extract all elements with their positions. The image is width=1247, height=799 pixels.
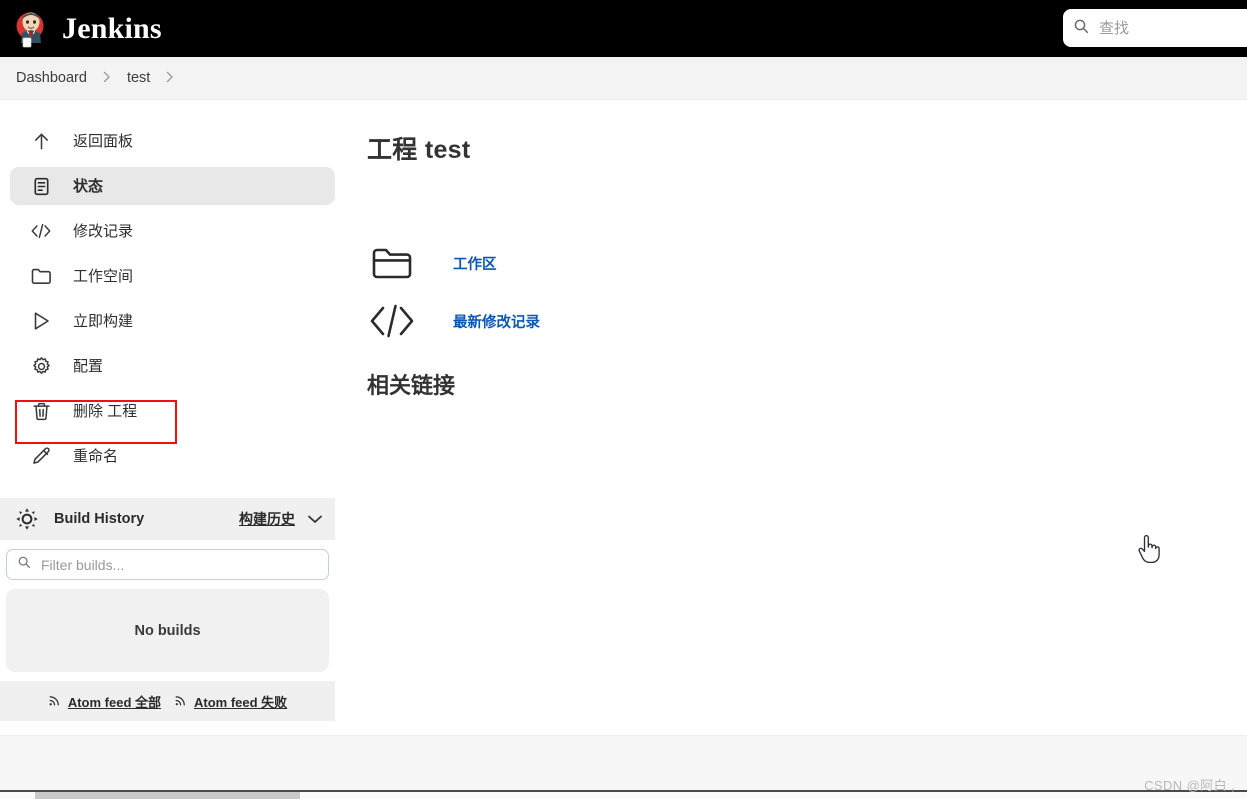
gear-icon: [29, 354, 53, 378]
search-input[interactable]: [1097, 18, 1247, 38]
sidebar-item-label: 配置: [73, 357, 104, 375]
build-filter-box[interactable]: [6, 549, 329, 580]
recent-changes-link-label: 最新修改记录: [453, 314, 540, 331]
rss-icon: [48, 693, 62, 710]
build-history-link[interactable]: 构建历史: [239, 509, 295, 529]
no-builds-message: No builds: [6, 589, 329, 672]
sidebar-item-build-now[interactable]: 立即构建: [10, 302, 335, 340]
sidebar-item-rename[interactable]: 重命名: [10, 437, 335, 475]
sidebar-item-label: 状态: [73, 177, 104, 195]
build-status-sun-icon: [14, 506, 40, 532]
document-status-icon: [29, 174, 53, 198]
code-brackets-icon: [29, 219, 53, 243]
jenkins-project-page: Jenkins Dashboard test: [0, 0, 1247, 799]
sidebar-item-changes[interactable]: 修改记录: [10, 212, 335, 250]
sidebar-item-label: 修改记录: [73, 222, 134, 240]
code-brackets-icon: [369, 298, 415, 344]
build-history-title: Build History: [54, 511, 145, 527]
folder-icon: [369, 240, 415, 286]
sidebar-item-label: 删除 工程: [73, 402, 138, 420]
related-links-heading: 相关链接: [367, 373, 456, 398]
breadcrumb-item-test[interactable]: test: [125, 68, 152, 88]
pencil-icon: [29, 444, 53, 468]
breadcrumb-separator-icon-2[interactable]: [166, 71, 174, 86]
build-history-header: Build History 构建历史: [0, 498, 335, 540]
trash-icon: [29, 399, 53, 423]
folder-icon: [29, 264, 53, 288]
atom-feed-failed-link[interactable]: Atom feed 失败: [174, 692, 287, 711]
build-history-panel: Build History 构建历史 Filter builds... No b…: [0, 498, 335, 721]
page-title: 工程 test: [367, 136, 471, 164]
chevron-down-icon[interactable]: [307, 514, 323, 524]
workspace-link-label: 工作区: [453, 256, 497, 273]
sidebar-item-back-to-dashboard[interactable]: 返回面板: [10, 122, 335, 160]
sidebar-item-workspace[interactable]: 工作空间: [10, 257, 335, 295]
body-area: 返回面板 状态 修改记录 工作空间 立即构建 配置 删除 工程 重命名 Buil…: [0, 100, 1247, 735]
build-filter-input[interactable]: [39, 555, 289, 574]
breadcrumb: Dashboard test: [0, 57, 1247, 100]
search-icon: [1073, 18, 1089, 39]
search-icon: [17, 555, 31, 574]
horizontal-scrollbar-thumb[interactable]: [35, 792, 300, 799]
breadcrumb-item-dashboard[interactable]: Dashboard: [14, 68, 89, 88]
jenkins-butler-logo-icon: [14, 9, 52, 49]
brand-home-link[interactable]: Jenkins: [14, 9, 162, 49]
sidebar-item-delete-project[interactable]: 删除 工程: [10, 392, 335, 430]
main-content: 工程 test 工作区 最新修改记录 相关链接: [345, 100, 1247, 400]
atom-feed-links: Atom feed 全部 Atom feed 失败: [0, 681, 335, 721]
rss-icon: [174, 693, 188, 710]
breadcrumb-separator-icon: [103, 71, 111, 86]
workspace-link-row[interactable]: 工作区: [369, 234, 1247, 292]
footer-bar: [0, 735, 1247, 792]
play-triangle-icon: [29, 309, 53, 333]
atom-feed-all-label: Atom feed 全部: [67, 694, 161, 710]
top-header-bar: Jenkins: [0, 0, 1247, 57]
sidebar-item-label: 立即构建: [73, 312, 134, 330]
atom-feed-failed-label: Atom feed 失败: [194, 694, 288, 710]
sidebar-item-label: 重命名: [73, 447, 119, 465]
sidebar-item-status[interactable]: 状态: [10, 167, 335, 205]
sidebar-item-label: 返回面板: [73, 132, 134, 150]
sidebar-item-label: 工作空间: [73, 267, 134, 285]
project-links: 工作区 最新修改记录: [345, 234, 1247, 350]
brand-title: Jenkins: [62, 11, 162, 45]
sidebar: 返回面板 状态 修改记录 工作空间 立即构建 配置 删除 工程 重命名 Buil…: [0, 100, 345, 721]
atom-feed-all-link[interactable]: Atom feed 全部: [48, 692, 161, 711]
recent-changes-link-row[interactable]: 最新修改记录: [369, 292, 1247, 350]
sidebar-item-configure[interactable]: 配置: [10, 347, 335, 385]
arrow-up-icon: [29, 129, 53, 153]
global-search-box[interactable]: [1063, 9, 1247, 47]
build-filter-row: [0, 540, 335, 580]
